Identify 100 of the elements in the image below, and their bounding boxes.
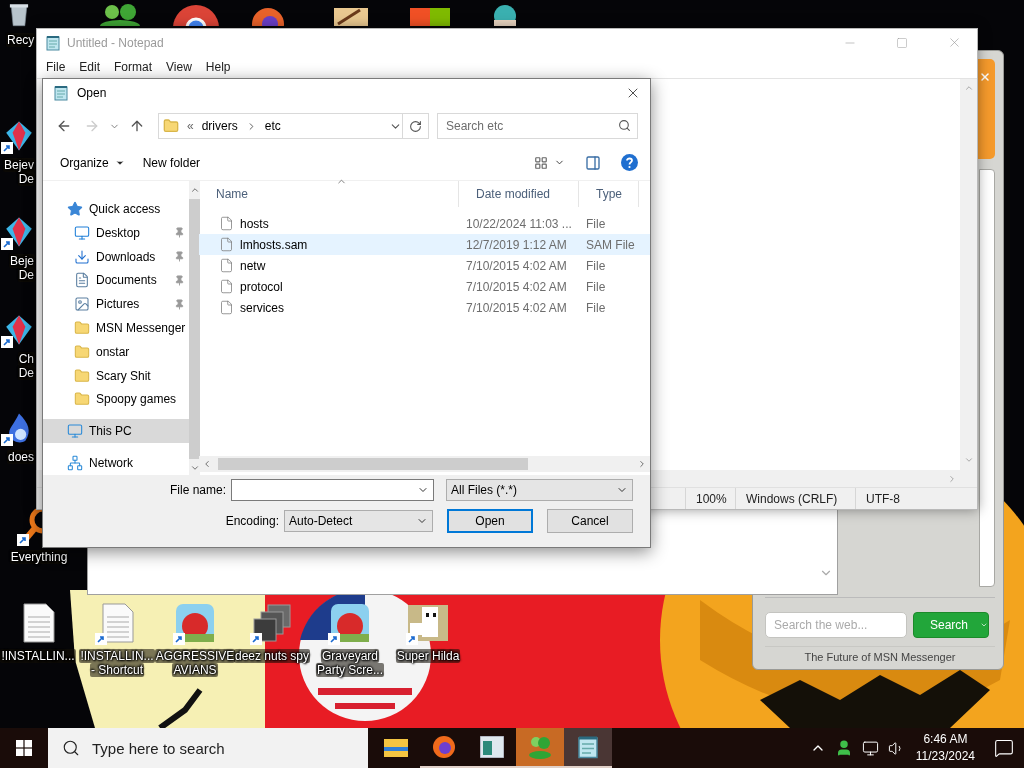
encoding-dropdown[interactable]: Auto-Detect [284,510,433,532]
nav-item[interactable]: Pictures [43,292,190,317]
folder-icon [74,343,90,360]
file-name: services [240,300,284,315]
computer-icon [67,423,83,440]
date-modified: 10/22/2024 11:03 ... [465,216,573,231]
file-icon [219,279,234,294]
status-text: 100% [685,488,735,509]
menu-item[interactable]: View [159,60,199,74]
file-type: File [585,300,607,315]
network-icon[interactable] [861,739,879,757]
nav-item[interactable]: Quick access [43,197,190,221]
windows-logo-icon[interactable] [16,740,32,756]
window-app-icon [480,736,504,758]
menu-item[interactable]: Format [107,60,160,74]
column-header[interactable]: Type [579,181,639,207]
field-label: File name: [169,483,226,497]
nav-item[interactable]: Spoopy games [43,387,190,412]
browser-icon [432,735,456,759]
date-modified: 7/10/2015 4:02 AM [465,300,568,315]
file-icon [219,237,234,252]
network-icon [67,455,83,472]
game-icon[interactable] [330,603,370,643]
menu-item[interactable]: Help [198,60,238,74]
file-row[interactable]: services 7/10/2015 4:02 AM File [199,297,650,318]
notepad-icon [45,34,61,51]
file-name: hosts [240,216,269,231]
download-icon [74,248,90,265]
nav-item[interactable]: Scary Shit [43,363,190,388]
menu-item[interactable]: File [39,60,73,74]
date-modified: 7/10/2015 4:02 AM [465,279,568,294]
breadcrumb[interactable]: drivers [201,119,238,133]
preview-pane-icon[interactable] [585,154,601,171]
web-search-field[interactable]: Search the web... [765,612,907,638]
file-row[interactable]: hosts 10/22/2024 11:03 ... File [199,213,650,234]
folder-icon [163,118,179,134]
date-modified: 12/7/2019 1:12 AM [465,237,568,252]
chevron-right-icon[interactable] [637,459,647,469]
nav-item[interactable]: Documents [43,268,190,293]
help-icon[interactable] [621,154,638,171]
folder-icon [74,319,90,336]
column-header[interactable]: Name [199,181,459,207]
folder-icon [384,737,408,757]
taskbar-search-field[interactable]: Type here to search [48,728,368,768]
dialog-button[interactable]: Cancel [547,509,633,533]
stacked-windows-icon[interactable] [252,603,292,643]
dialog-title: Open [77,86,108,100]
nav-item[interactable]: MSN Messenger [43,316,190,340]
file-row[interactable]: protocol 7/10/2015 4:02 AM File [199,276,650,297]
refresh-icon[interactable] [409,119,422,133]
nav-item[interactable]: Downloads [43,244,190,269]
document-icon [74,272,90,289]
search-icon[interactable] [618,119,631,132]
notifications-icon[interactable] [994,738,1014,758]
search-field[interactable]: Search etc [437,113,638,139]
notepad-icon [53,85,69,101]
folder-icon [74,391,90,408]
file-type: SAM File [585,237,636,252]
desktop-icon [74,224,90,241]
window-title: Untitled - Notepad [67,35,165,50]
file-icon [219,300,234,315]
file-name-field[interactable] [231,479,434,501]
new-folder-button[interactable]: New folder [133,151,210,174]
file-row[interactable]: netw 7/10/2015 4:02 AM File [199,255,650,276]
date-modified: 7/10/2015 4:02 AM [465,258,568,273]
search-icon[interactable] [62,739,80,757]
field-label: Encoding: [225,514,279,528]
nav-item[interactable]: Desktop [43,220,190,245]
file-type: File [585,216,607,231]
nav-item[interactable]: Network [43,451,190,475]
file-icon [219,258,234,273]
clock[interactable]: 6:46 AM 11/23/2024 [915,731,975,765]
chevron-left-icon[interactable] [202,459,212,469]
address-bar[interactable]: « drivers etc [158,113,429,139]
nav-item[interactable]: This PC [43,419,190,444]
horizontal-scrollbar[interactable] [199,456,650,472]
file-icon [219,216,234,231]
file-name: lmhosts.sam [240,237,308,252]
dialog-button[interactable]: Open [447,509,533,533]
scroll-thumb[interactable] [218,458,528,470]
status-text: UTF-8 [855,488,977,509]
column-header[interactable]: Date modified [459,181,579,207]
file-name: netw [240,258,266,273]
nav-item[interactable]: onstar [43,339,190,364]
game-icon[interactable] [175,603,215,643]
taskbar-app-button[interactable] [564,728,612,768]
file-type: File [585,279,607,294]
menu-item[interactable]: Edit [72,60,108,74]
file-name: protocol [240,279,283,294]
chevron-down-icon[interactable] [189,463,200,473]
organize-button[interactable]: Organize [51,151,134,174]
footer-text: The Future of MSN Messenger [765,646,995,669]
overflow-mark[interactable]: « [187,119,194,133]
file-type-dropdown[interactable]: All Files (*.*) [446,479,633,501]
notepad-icon [576,735,600,759]
view-options-icon[interactable] [534,155,548,170]
pixel-art-icon[interactable] [408,603,448,643]
file-row[interactable]: lmhosts.sam 12/7/2019 1:12 AM SAM File [199,234,650,255]
breadcrumb[interactable]: etc [264,119,281,133]
star-icon [67,200,83,217]
